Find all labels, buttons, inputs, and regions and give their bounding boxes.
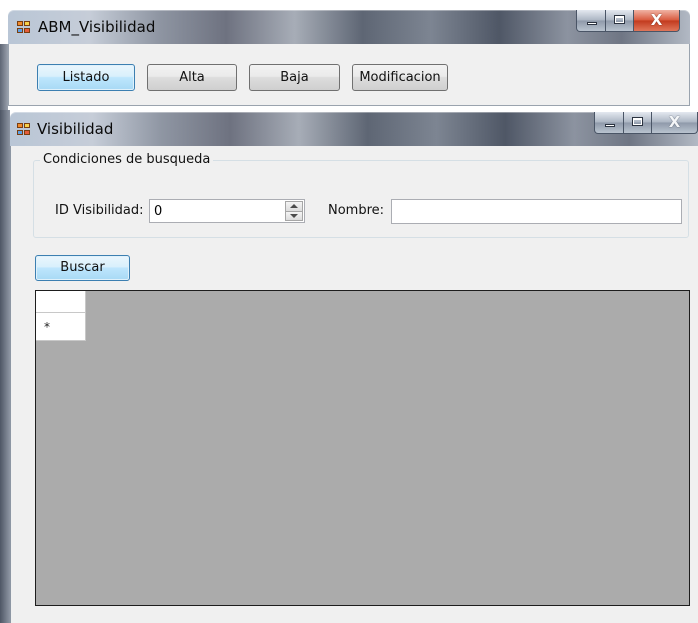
listado-button[interactable]: Listado — [37, 64, 135, 91]
minimize-icon — [605, 124, 615, 127]
maximize-icon — [614, 15, 625, 24]
main-window-title: ABM_Visibilidad — [38, 18, 156, 36]
modificacion-button[interactable]: Modificacion — [352, 64, 448, 91]
child-window-title: Visibilidad — [37, 120, 114, 138]
child-caption-buttons: X — [594, 112, 698, 134]
child-minimize-button[interactable] — [594, 112, 624, 134]
spinner-up-icon — [290, 204, 298, 208]
alta-button[interactable]: Alta — [147, 64, 237, 91]
child-close-button[interactable]: X — [652, 112, 698, 134]
results-grid[interactable]: * — [35, 290, 690, 606]
app-icon — [17, 21, 31, 34]
id-visibilidad-spinner — [285, 201, 303, 221]
main-caption-buttons: X — [576, 10, 680, 32]
grid-new-row-header[interactable]: * — [36, 313, 86, 341]
baja-button[interactable]: Baja — [249, 64, 340, 91]
child-window-frame-edge — [0, 110, 10, 623]
main-titlebar[interactable]: ABM_Visibilidad X — [8, 10, 690, 44]
main-toolbar: Listado Alta Baja Modificacion — [8, 44, 690, 106]
minimize-icon — [587, 22, 597, 25]
id-visibilidad-label: ID Visibilidad: — [55, 203, 144, 218]
close-icon: X — [650, 11, 663, 29]
child-maximize-button[interactable] — [624, 112, 652, 134]
main-minimize-button[interactable] — [576, 10, 606, 32]
close-icon: X — [668, 113, 681, 131]
nombre-input[interactable] — [391, 199, 682, 224]
id-visibilidad-stepper — [149, 199, 305, 223]
spinner-down-icon — [290, 213, 298, 218]
search-group-legend: Condiciones de busqueda — [40, 152, 214, 167]
search-conditions-group: Condiciones de busqueda ID Visibilidad: … — [33, 152, 689, 238]
main-window: ABM_Visibilidad X Listado Alta Baja Modi… — [0, 0, 698, 623]
main-maximize-button[interactable] — [606, 10, 634, 32]
buscar-button[interactable]: Buscar — [35, 255, 130, 281]
spinner-down-button[interactable] — [285, 211, 303, 221]
child-window-body: Condiciones de busqueda ID Visibilidad: … — [10, 146, 698, 623]
window-frame-edge — [0, 44, 8, 110]
child-app-icon — [17, 123, 31, 136]
main-close-button[interactable]: X — [634, 10, 680, 32]
spinner-up-button[interactable] — [285, 201, 303, 212]
maximize-icon — [632, 117, 643, 126]
grid-corner-header[interactable] — [36, 291, 86, 313]
nombre-label: Nombre: — [328, 203, 385, 218]
id-visibilidad-input[interactable] — [150, 200, 280, 222]
child-titlebar[interactable]: Visibilidad X — [10, 112, 698, 146]
